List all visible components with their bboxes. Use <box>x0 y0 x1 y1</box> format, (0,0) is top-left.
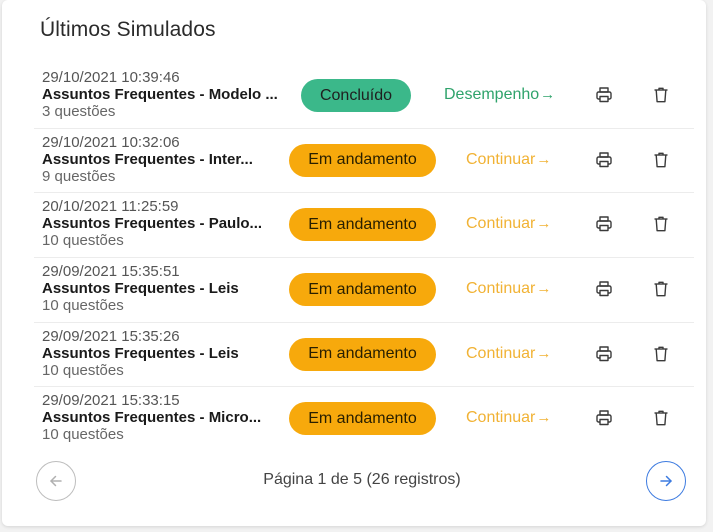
status-badge: Em andamento <box>289 273 436 307</box>
performance-link[interactable]: Desempenho→ <box>444 86 555 104</box>
print-button[interactable] <box>593 407 615 429</box>
arrow-right-icon: → <box>536 344 552 362</box>
continue-link[interactable]: Continuar→ <box>466 409 551 427</box>
item-question-count: 9 questões <box>42 167 116 185</box>
link-label: Continuar <box>466 215 536 233</box>
item-question-count: 10 questões <box>42 361 124 379</box>
trash-icon <box>654 216 668 232</box>
printer-icon <box>596 87 612 103</box>
list-item: 20/10/2021 11:25:59 Assuntos Frequentes … <box>34 193 694 259</box>
link-label: Continuar <box>466 344 536 362</box>
print-button[interactable] <box>593 84 615 106</box>
item-date: 29/09/2021 15:33:15 <box>42 392 180 410</box>
status-badge: Em andamento <box>289 337 436 371</box>
item-name: Assuntos Frequentes - Micro... <box>42 409 262 427</box>
arrow-right-icon <box>660 475 672 487</box>
print-button[interactable] <box>593 213 615 235</box>
item-name: Assuntos Frequentes - Inter... <box>42 150 253 168</box>
item-name: Assuntos Frequentes - Paulo... <box>42 215 263 233</box>
item-name: Assuntos Frequentes - Modelo ... <box>42 86 278 103</box>
link-label: Continuar <box>466 409 536 427</box>
arrow-right-icon: → <box>536 409 552 427</box>
item-info: 29/09/2021 15:33:15 Assuntos Frequentes … <box>42 392 296 443</box>
delete-button[interactable] <box>650 278 672 300</box>
delete-button[interactable] <box>650 213 672 235</box>
item-question-count: 10 questões <box>42 297 124 315</box>
continue-link[interactable]: Continuar→ <box>466 151 551 169</box>
delete-button[interactable] <box>650 84 672 106</box>
printer-icon <box>596 216 612 232</box>
item-date: 29/09/2021 15:35:26 <box>42 327 180 345</box>
item-question-count: 10 questões <box>42 426 124 444</box>
status-badge: Concluído <box>301 79 411 112</box>
item-question-count: 3 questões <box>42 103 116 120</box>
print-button[interactable] <box>593 149 615 171</box>
item-date: 29/10/2021 10:32:06 <box>42 133 180 151</box>
delete-button[interactable] <box>650 343 672 365</box>
item-date: 29/09/2021 15:35:51 <box>42 263 180 281</box>
item-info: 29/10/2021 10:39:46 Assuntos Frequentes … <box>42 69 296 120</box>
item-info: 29/10/2021 10:32:06 Assuntos Frequentes … <box>42 134 296 185</box>
list-item: 29/09/2021 15:35:26 Assuntos Frequentes … <box>34 323 694 388</box>
printer-icon <box>596 281 612 297</box>
item-name: Assuntos Frequentes - Leis <box>42 280 239 298</box>
item-info: 29/09/2021 15:35:26 Assuntos Frequentes … <box>42 328 296 379</box>
item-date: 29/10/2021 10:39:46 <box>42 69 180 86</box>
link-label: Continuar <box>466 280 536 298</box>
arrow-right-icon: → <box>536 150 552 168</box>
status-badge: Em andamento <box>289 402 436 436</box>
printer-icon <box>596 151 612 167</box>
trash-icon <box>654 411 668 426</box>
item-question-count: 10 questões <box>42 232 124 250</box>
arrow-right-icon: → <box>536 280 552 298</box>
delete-button[interactable] <box>650 407 672 429</box>
arrow-right-icon: → <box>536 215 552 233</box>
item-info: 20/10/2021 11:25:59 Assuntos Frequentes … <box>42 198 296 249</box>
list-item: 29/09/2021 15:35:51 Assuntos Frequentes … <box>34 258 694 323</box>
trash-icon <box>654 346 668 362</box>
link-label: Continuar <box>466 150 536 168</box>
list-item: 29/09/2021 15:33:15 Assuntos Frequentes … <box>34 387 694 452</box>
delete-button[interactable] <box>650 149 672 171</box>
list-item: 29/10/2021 10:39:46 Assuntos Frequentes … <box>34 64 694 129</box>
pagination: Página 1 de 5 (26 registros) <box>36 461 688 501</box>
recent-simulations-card: Últimos Simulados 29/10/2021 10:39:46 As… <box>2 0 706 526</box>
continue-link[interactable]: Continuar→ <box>466 215 551 233</box>
pagination-info: Página 1 de 5 (26 registros) <box>263 471 461 488</box>
item-info: 29/09/2021 15:35:51 Assuntos Frequentes … <box>42 263 296 314</box>
printer-icon <box>596 346 612 361</box>
print-button[interactable] <box>593 278 615 300</box>
trash-icon <box>654 281 668 297</box>
trash-icon <box>654 152 668 168</box>
status-badge: Em andamento <box>289 208 436 242</box>
continue-link[interactable]: Continuar→ <box>466 345 551 363</box>
card-title: Últimos Simulados <box>40 18 216 41</box>
trash-icon <box>654 87 668 103</box>
print-button[interactable] <box>593 343 615 365</box>
continue-link[interactable]: Continuar→ <box>466 280 551 298</box>
arrow-right-icon: → <box>540 86 556 103</box>
next-page-button[interactable] <box>646 461 686 501</box>
link-label: Desempenho <box>444 86 540 103</box>
list-item: 29/10/2021 10:32:06 Assuntos Frequentes … <box>34 129 694 194</box>
simulations-list: 29/10/2021 10:39:46 Assuntos Frequentes … <box>34 64 694 452</box>
item-date: 20/10/2021 11:25:59 <box>42 198 179 216</box>
item-name: Assuntos Frequentes - Leis <box>42 344 239 362</box>
printer-icon <box>596 410 612 426</box>
status-badge: Em andamento <box>289 143 436 177</box>
